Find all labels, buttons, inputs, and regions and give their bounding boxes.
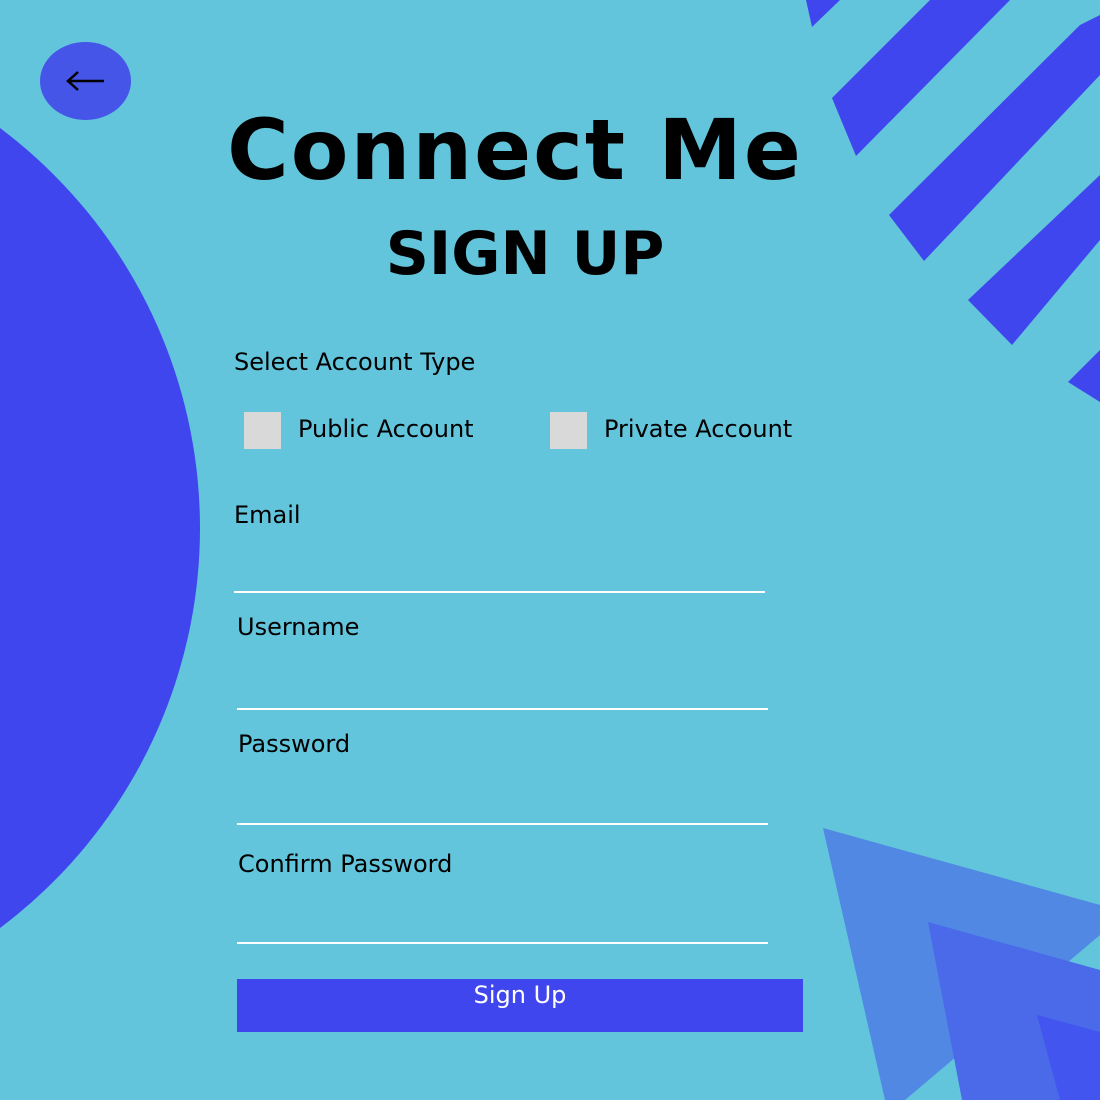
account-type-label: Select Account Type (234, 348, 476, 376)
deco-stripe (806, 0, 840, 27)
password-underline (237, 823, 768, 825)
private-account-checkbox[interactable] (550, 412, 587, 449)
private-account-label: Private Account (604, 415, 793, 443)
email-field[interactable] (234, 548, 769, 590)
arrow-left-icon (65, 71, 104, 91)
public-account-checkbox[interactable] (244, 412, 281, 449)
password-field[interactable] (237, 780, 772, 822)
app-title: Connect Me (227, 101, 803, 199)
username-label: Username (237, 613, 360, 641)
deco-stripe (1068, 350, 1100, 402)
username-field[interactable] (237, 665, 772, 707)
public-account-label: Public Account (298, 415, 474, 443)
page-title: SIGN UP (385, 219, 665, 289)
confirm-password-underline (237, 942, 768, 944)
password-label: Password (238, 730, 351, 758)
confirm-password-label: Confirm Password (238, 850, 453, 878)
email-underline (234, 591, 765, 593)
sign-up-button[interactable]: Sign Up (237, 979, 803, 1032)
email-label: Email (234, 501, 301, 529)
username-underline (237, 708, 768, 710)
confirm-password-field[interactable] (237, 900, 772, 942)
